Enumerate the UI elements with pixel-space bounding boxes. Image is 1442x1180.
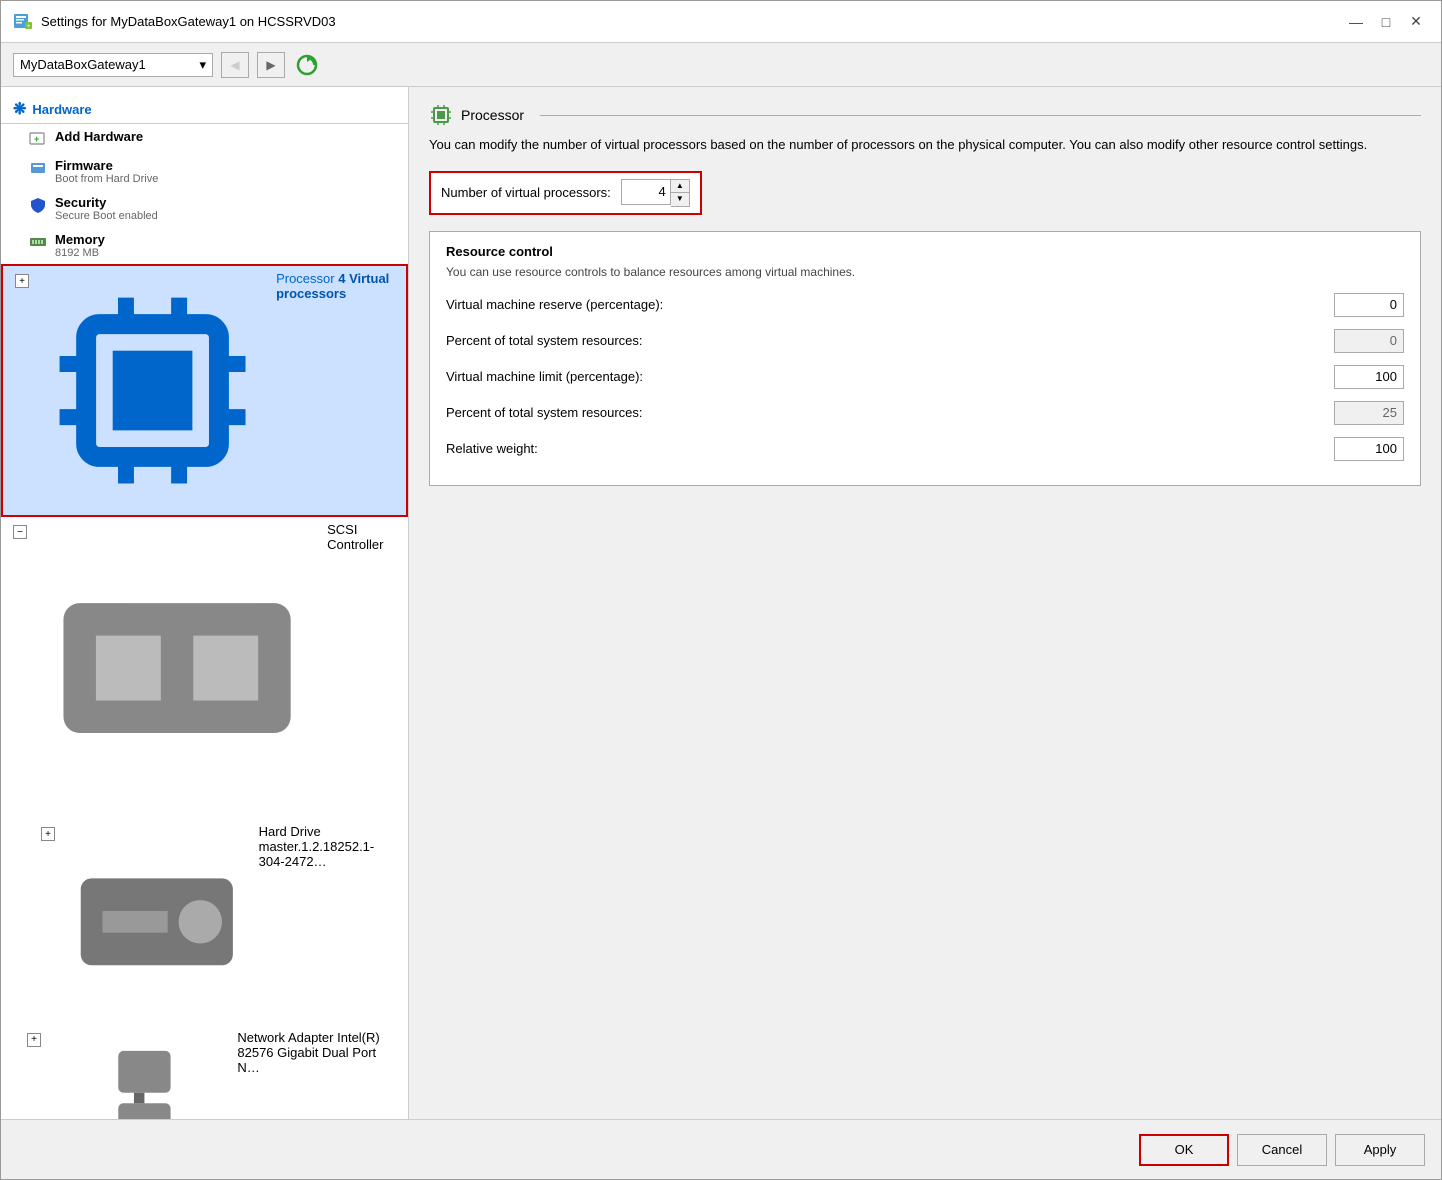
vp-up-button[interactable]: ▲	[671, 180, 689, 193]
network-expand[interactable]: +	[27, 1033, 41, 1047]
sidebar-item-firmware[interactable]: Firmware Boot from Hard Drive	[1, 153, 408, 190]
resource-control-box: Resource control You can use resource co…	[429, 231, 1421, 486]
resource-input-1	[1334, 329, 1404, 353]
hardware-section-icon: ❋	[13, 99, 26, 119]
resource-label-1: Percent of total system resources:	[446, 333, 1326, 348]
vp-row: Number of virtual processors: ▲ ▼	[429, 171, 702, 215]
harddrive-icon	[59, 824, 255, 1020]
minimize-button[interactable]: —	[1343, 12, 1369, 32]
firmware-sub: Boot from Hard Drive	[55, 173, 158, 185]
resource-input-3	[1334, 401, 1404, 425]
network-name: Network Adapter	[237, 1030, 333, 1045]
hardware-section-header: ❋ Hardware	[1, 91, 408, 124]
sidebar-item-add-hardware[interactable]: + Add Hardware	[1, 124, 408, 153]
panel-processor-icon	[429, 103, 453, 127]
cancel-button[interactable]: Cancel	[1237, 1134, 1327, 1166]
maximize-button[interactable]: □	[1373, 12, 1399, 32]
dropdown-arrow: ▾	[199, 57, 206, 73]
resource-label-4: Relative weight:	[446, 441, 1326, 456]
security-sub: Secure Boot enabled	[55, 210, 158, 222]
ok-button[interactable]: OK	[1139, 1134, 1229, 1166]
processor-expand[interactable]: +	[15, 274, 29, 288]
scsi-name: SCSI Controller	[327, 522, 383, 552]
firmware-icon	[29, 159, 47, 177]
vp-input-group: ▲ ▼	[621, 179, 690, 207]
processor-name: Processor	[276, 271, 335, 286]
panel-title: Processor	[461, 107, 524, 123]
window-title: Settings for MyDataBoxGateway1 on HCSSRV…	[41, 14, 336, 29]
resource-input-4[interactable]	[1334, 437, 1404, 461]
main-window: + Settings for MyDataBoxGateway1 on HCSS…	[0, 0, 1442, 1180]
processor-icon	[33, 271, 272, 510]
resource-control-desc: You can use resource controls to balance…	[446, 265, 1404, 279]
apply-button[interactable]: Apply	[1335, 1134, 1425, 1166]
title-bar-left: + Settings for MyDataBoxGateway1 on HCSS…	[13, 12, 336, 32]
resource-row-2: Virtual machine limit (percentage):	[446, 365, 1404, 389]
resource-input-0[interactable]	[1334, 293, 1404, 317]
resource-row-4: Relative weight:	[446, 437, 1404, 461]
toolbar: MyDataBoxGateway1 ▾ ◀ ▶	[1, 43, 1441, 87]
back-button[interactable]: ◀	[221, 52, 249, 78]
harddrive-sub: master.1.2.18252.1-304-2472…	[259, 839, 375, 869]
resource-label-2: Virtual machine limit (percentage):	[446, 369, 1326, 384]
vp-label: Number of virtual processors:	[441, 185, 611, 200]
window-icon: +	[13, 12, 33, 32]
firmware-name: Firmware	[55, 158, 158, 173]
memory-name: Memory	[55, 232, 105, 247]
panel-divider	[540, 115, 1421, 116]
sidebar-item-processor[interactable]: + Processor 4 Virtual processors	[1, 264, 408, 517]
svg-text:+: +	[27, 24, 31, 30]
harddrive-name: Hard Drive	[259, 824, 321, 839]
memory-sub: 8192 MB	[55, 247, 105, 259]
hardware-section-label: Hardware	[32, 102, 91, 117]
sidebar-item-scsi[interactable]: − SCSI Controller	[1, 517, 408, 819]
resource-row-0: Virtual machine reserve (percentage):	[446, 293, 1404, 317]
resource-row-1: Percent of total system resources:	[446, 329, 1404, 353]
sidebar-item-security[interactable]: Security Secure Boot enabled	[1, 190, 408, 227]
title-bar-controls: — □ ✕	[1343, 12, 1429, 32]
vp-down-button[interactable]: ▼	[671, 193, 689, 206]
main-content: Processor You can modify the number of v…	[409, 87, 1441, 1119]
add-hardware-name: Add Hardware	[55, 129, 143, 144]
vm-dropdown[interactable]: MyDataBoxGateway1 ▾	[13, 53, 213, 77]
harddrive-expand[interactable]: +	[41, 827, 55, 841]
refresh-button[interactable]	[293, 52, 321, 78]
security-name: Security	[55, 195, 158, 210]
panel-description: You can modify the number of virtual pro…	[429, 135, 1421, 155]
forward-button[interactable]: ▶	[257, 52, 285, 78]
resource-row-3: Percent of total system resources:	[446, 401, 1404, 425]
scsi-icon	[31, 522, 323, 814]
sidebar-item-memory[interactable]: Memory 8192 MB	[1, 227, 408, 264]
add-hardware-icon: +	[29, 130, 47, 148]
sidebar: ❋ Hardware + Add Hardware	[1, 87, 409, 1119]
memory-icon	[29, 233, 47, 251]
content-area: ❋ Hardware + Add Hardware	[1, 87, 1441, 1119]
scsi-expand[interactable]: −	[13, 525, 27, 539]
vp-input[interactable]	[621, 179, 671, 205]
resource-control-title: Resource control	[446, 244, 1404, 259]
panel-header: Processor	[429, 103, 1421, 127]
network-icon	[45, 1030, 233, 1119]
footer: OK Cancel Apply	[1, 1119, 1441, 1179]
title-bar: + Settings for MyDataBoxGateway1 on HCSS…	[1, 1, 1441, 43]
sidebar-item-harddrive[interactable]: + Hard Drive master.1.2.18252.1-304-2472…	[1, 819, 408, 1025]
vp-spinner: ▲ ▼	[671, 179, 690, 207]
resource-input-2[interactable]	[1334, 365, 1404, 389]
resource-label-0: Virtual machine reserve (percentage):	[446, 297, 1326, 312]
refresh-icon	[296, 54, 318, 76]
vm-name: MyDataBoxGateway1	[20, 57, 146, 72]
sidebar-item-network[interactable]: + Network Adapter Intel(R) 82576 Gigabit…	[1, 1025, 408, 1119]
resource-label-3: Percent of total system resources:	[446, 405, 1326, 420]
security-icon	[29, 196, 47, 214]
close-button[interactable]: ✕	[1403, 12, 1429, 32]
svg-text:+: +	[34, 134, 39, 144]
